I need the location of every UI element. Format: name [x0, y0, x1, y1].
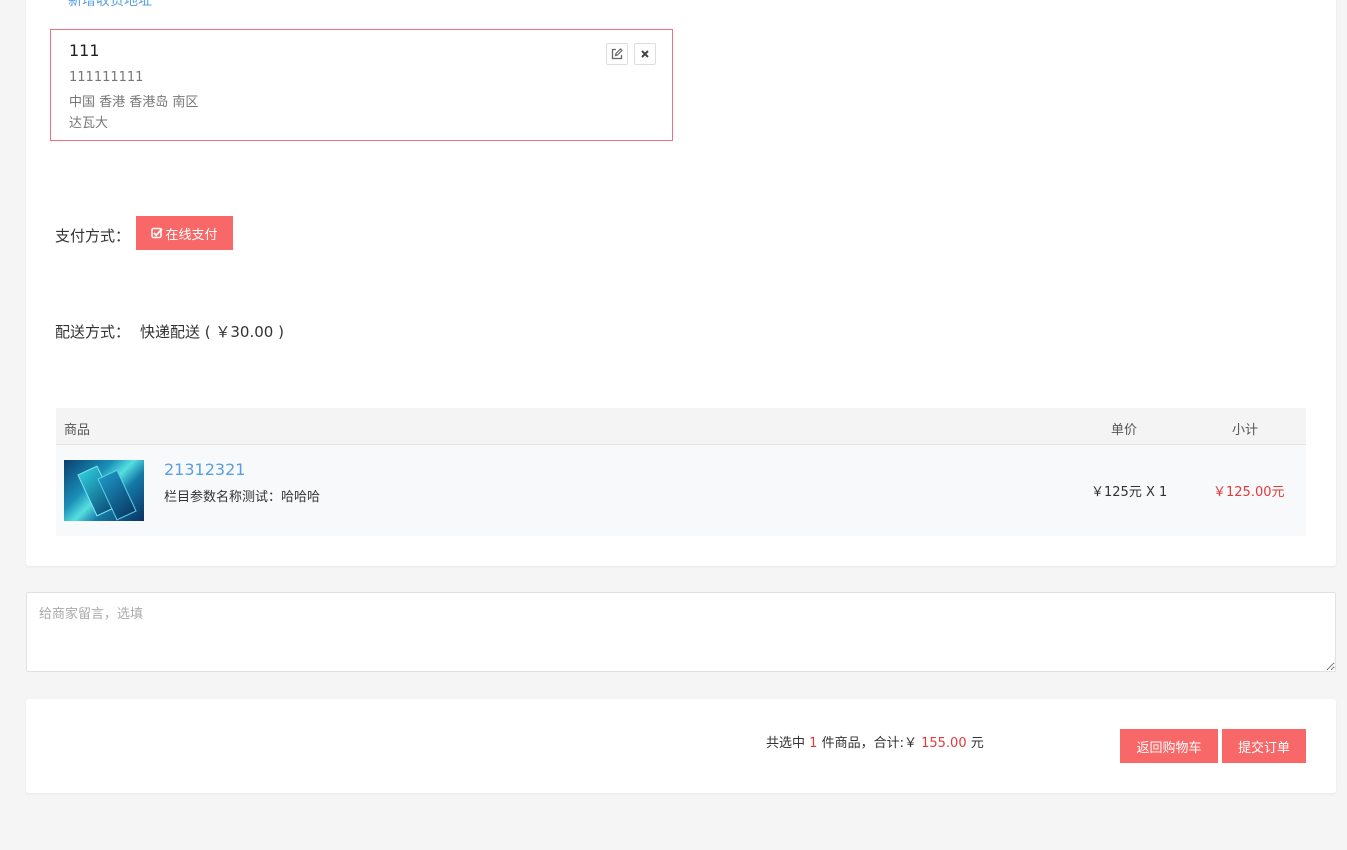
- product-thumbnail[interactable]: [64, 460, 144, 521]
- delete-address-button[interactable]: [634, 43, 656, 65]
- add-address-link[interactable]: 新增收货地址: [68, 0, 152, 10]
- address-region: 中国 香港 香港岛 南区: [69, 95, 199, 110]
- online-payment-option[interactable]: 在线支付: [136, 216, 233, 250]
- back-to-cart-button[interactable]: 返回购物车: [1120, 729, 1218, 763]
- order-summary-panel: 共选中 1 件商品，合计:￥ 155.00 元 返回购物车 提交订单: [26, 699, 1336, 793]
- product-table-header: 商品 单价 小计: [56, 408, 1306, 445]
- shipping-method-label: 配送方式：: [55, 323, 131, 341]
- summary-suffix: 元: [970, 736, 984, 751]
- online-payment-label: 在线支付: [165, 226, 218, 242]
- summary-middle: 件商品，合计:￥: [821, 736, 917, 751]
- summary-total: 155.00: [921, 736, 967, 751]
- close-icon: [641, 50, 649, 58]
- product-attribute: 栏目参数名称测试：哈哈哈: [164, 490, 321, 505]
- edit-icon: [611, 48, 623, 60]
- payment-method-label: 支付方式：: [55, 227, 131, 245]
- table-row: 21312321 栏目参数名称测试：哈哈哈 ￥125元 X 1 ￥125.00元: [56, 445, 1306, 536]
- edit-address-button[interactable]: [606, 43, 628, 65]
- shipping-method-value: 快递配送 ( ￥30.00 ): [140, 323, 284, 341]
- address-phone: 111111111: [69, 70, 144, 85]
- product-subtotal: ￥125.00元: [1213, 485, 1285, 500]
- submit-order-button[interactable]: 提交订单: [1222, 729, 1306, 763]
- order-main-panel: 新增收货地址 111 111111111 中国 香港 香港岛 南区 达瓦大 支付…: [26, 0, 1336, 566]
- product-name-link[interactable]: 21312321: [164, 460, 245, 479]
- summary-prefix: 共选中: [766, 736, 806, 751]
- summary-count: 1: [809, 736, 818, 751]
- column-header-product: 商品: [64, 423, 91, 438]
- address-detail: 达瓦大: [69, 116, 109, 131]
- merchant-note-input[interactable]: [26, 592, 1336, 672]
- order-summary: 共选中 1 件商品，合计:￥ 155.00 元: [766, 732, 984, 751]
- product-price-quantity: ￥125元 X 1: [1091, 485, 1168, 500]
- column-header-unit-price: 单价: [1111, 423, 1138, 438]
- address-name: 111: [69, 41, 100, 60]
- column-header-subtotal: 小计: [1232, 423, 1259, 438]
- check-square-icon: [151, 227, 164, 239]
- address-card[interactable]: 111 111111111 中国 香港 香港岛 南区 达瓦大: [50, 29, 673, 141]
